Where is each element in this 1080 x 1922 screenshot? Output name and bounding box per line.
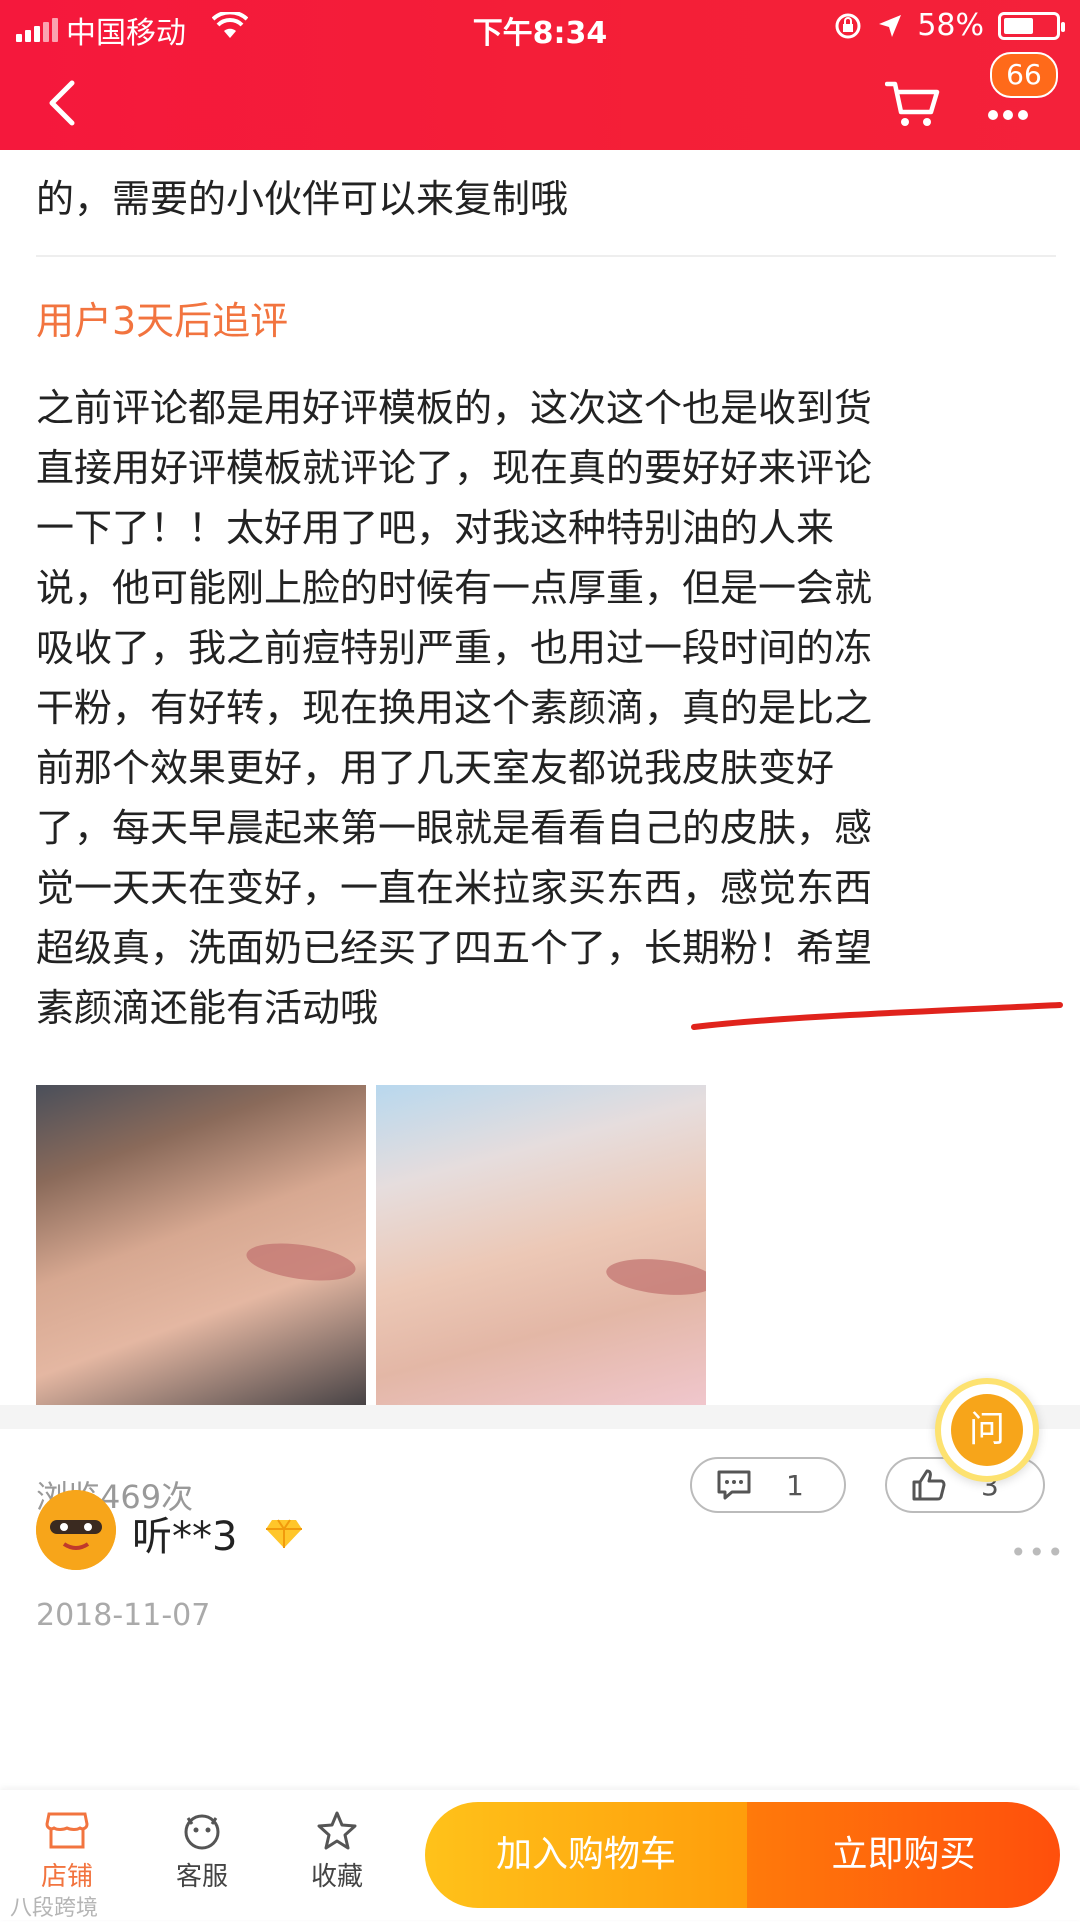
- review-text-line: 觉一天天在变好，一直在米拉家买东西，感觉东西: [36, 866, 873, 910]
- red-underline-annotation: [691, 1002, 1063, 1030]
- nav-bar: [0, 60, 1080, 150]
- chevron-left-icon[interactable]: [42, 78, 82, 128]
- top-bar: 中国移动 下午8:34 58% 66: [0, 0, 1080, 150]
- shop-label: 店铺: [40, 1862, 93, 1892]
- review-photo[interactable]: [36, 1085, 366, 1415]
- battery-percent: 58%: [917, 8, 984, 43]
- battery-icon: [998, 11, 1065, 40]
- store-icon: [45, 1812, 89, 1849]
- reviewer-name: 听**3: [132, 1514, 238, 1560]
- review-more-icon[interactable]: •••: [1010, 1536, 1066, 1569]
- customer-service-tab[interactable]: 客服: [147, 1810, 257, 1893]
- comment-icon: [717, 1470, 751, 1500]
- shopping-cart-icon[interactable]: [885, 80, 941, 130]
- avatar[interactable]: [36, 1490, 116, 1570]
- section-separator: [0, 1405, 1080, 1429]
- ask-label: 问: [951, 1394, 1023, 1466]
- watermark: 八段跨境: [10, 1896, 99, 1921]
- favorite-label: 收藏: [310, 1862, 363, 1892]
- review-text-line: 之前评论都是用好评模板的，这次这个也是收到货: [36, 386, 873, 430]
- review-date: 2018-11-07: [36, 1598, 211, 1633]
- favorite-tab[interactable]: 收藏: [282, 1810, 392, 1893]
- service-face-icon: [184, 1814, 220, 1850]
- divider: [36, 255, 1056, 257]
- previous-text-line: 的，需要的小伙伴可以来复制哦: [36, 177, 569, 221]
- ask-question-button[interactable]: 问: [935, 1378, 1039, 1482]
- comment-button[interactable]: 1: [690, 1457, 846, 1513]
- more-dots-icon[interactable]: [985, 95, 1031, 125]
- review-text-line: 超级真，洗面奶已经买了四五个了，长期粉！希望: [36, 926, 873, 970]
- thumbs-up-icon: [912, 1469, 946, 1501]
- notification-badge: 66: [990, 52, 1058, 98]
- followup-review-text: 之前评论都是用好评模板的，这次这个也是收到货 直接用好评模板就评论了，现在真的要…: [36, 378, 1036, 1038]
- review-text-line: 一下了！！太好用了吧，对我这种特别油的人来: [36, 506, 835, 550]
- review-text-line: 说，他可能刚上脸的时候有一点厚重，但是一会就: [36, 566, 873, 610]
- review-photo[interactable]: [376, 1085, 706, 1415]
- review-text-line: 吸收了，我之前痘特别严重，也用过一段时间的冻: [36, 626, 873, 670]
- add-to-cart-button[interactable]: 加入购物车: [425, 1802, 747, 1908]
- review-text-line: 前那个效果更好，用了几天室友都说我皮肤变好: [36, 746, 835, 790]
- diamond-icon: [266, 1519, 302, 1548]
- review-text-line: 干粉，有好转，现在换用这个素颜滴，真的是比之: [36, 686, 873, 730]
- buy-now-button[interactable]: 立即购买: [747, 1802, 1060, 1908]
- star-icon: [317, 1811, 357, 1850]
- status-bar: 中国移动 下午8:34 58%: [0, 8, 1080, 52]
- review-text-line: 直接用好评模板就评论了，现在真的要好好来评论: [36, 446, 873, 490]
- service-label: 客服: [175, 1862, 228, 1892]
- location-icon: [879, 14, 902, 37]
- bottom-action-bar: 店铺 客服 收藏 加入购物车 立即购买: [0, 1790, 1080, 1920]
- avatar-icon: [36, 1490, 116, 1570]
- comment-count: 1: [786, 1468, 804, 1502]
- followup-title: 用户3天后追评: [36, 299, 289, 343]
- review-text-line: 了，每天早晨起来第一眼就是看看自己的皮肤，感: [36, 806, 873, 850]
- shop-tab[interactable]: 店铺: [12, 1810, 122, 1893]
- rotation-lock-icon: [835, 13, 861, 38]
